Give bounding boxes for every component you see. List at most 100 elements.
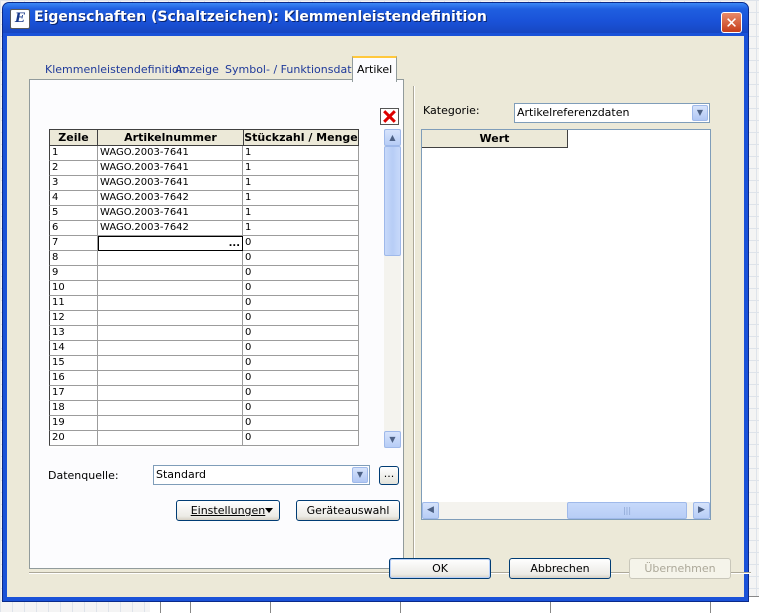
stueckzahl-cell[interactable]: 1 [243, 221, 359, 236]
cell-browse-button[interactable]: ... [229, 237, 240, 250]
stueckzahl-cell[interactable]: 0 [243, 296, 359, 311]
stueckzahl-cell[interactable]: 0 [243, 251, 359, 266]
table-row[interactable]: 12 0 [49, 311, 359, 326]
artikelnummer-cell[interactable] [98, 266, 243, 281]
stueckzahl-cell[interactable]: 1 [243, 206, 359, 221]
column-header-wert[interactable]: Wert [422, 130, 568, 148]
scroll-down-icon[interactable]: ▼ [384, 431, 401, 448]
artikelnummer-cell[interactable] [98, 356, 243, 371]
scroll-thumb[interactable] [384, 146, 401, 256]
table-row[interactable]: 18 0 [49, 401, 359, 416]
artikelnummer-cell[interactable] [98, 251, 243, 266]
row-number-cell: 13 [49, 326, 98, 341]
tab-artikel[interactable]: Artikel [352, 56, 398, 82]
artikelnummer-cell[interactable] [98, 431, 243, 446]
artikelnummer-cell[interactable] [98, 296, 243, 311]
table-row[interactable]: 13 0 [49, 326, 359, 341]
table-row[interactable]: 4 WAGO.2003-7642 1 [49, 191, 359, 206]
stueckzahl-cell[interactable]: 0 [243, 401, 359, 416]
title-bar[interactable]: E Eigenschaften (Schaltzeichen): Klemmen… [3, 3, 748, 33]
article-table: Zeile Artikelnummer Stückzahl / Menge 1W… [49, 129, 359, 448]
column-header-artikelnummer[interactable]: Artikelnummer [97, 129, 244, 146]
artikelnummer-cell[interactable]: WAGO.2003-7642 [98, 191, 243, 206]
tab-klemmenleistendefinition[interactable]: Klemmenleistendefinition [41, 60, 190, 80]
scroll-thumb[interactable]: ||| [567, 502, 687, 519]
stueckzahl-cell[interactable]: 0 [243, 356, 359, 371]
table-row[interactable]: 11 0 [49, 296, 359, 311]
table-row[interactable]: 7... 0 [49, 236, 359, 251]
table-row[interactable]: 80 [49, 251, 359, 266]
chevron-down-icon[interactable]: ▼ [352, 467, 368, 483]
apply-button[interactable]: Übernehmen [629, 558, 731, 579]
stueckzahl-cell[interactable]: 0 [243, 341, 359, 356]
stueckzahl-cell[interactable]: 1 [243, 176, 359, 191]
table-row[interactable]: 3 WAGO.2003-7641 1 [49, 176, 359, 191]
artikelnummer-cell[interactable]: WAGO.2003-7641 [98, 176, 243, 191]
einstellungen-label: Einstellungen [190, 504, 266, 517]
cancel-button[interactable]: Abbrechen [509, 558, 611, 579]
ok-button[interactable]: OK [389, 558, 491, 579]
datenquelle-browse-button[interactable]: ... [379, 466, 399, 485]
property-horizontal-scrollbar[interactable]: ◀ ||| ▶ [422, 502, 710, 519]
table-row[interactable]: 19 0 [49, 416, 359, 431]
scroll-left-icon[interactable]: ◀ [422, 502, 439, 519]
datenquelle-select[interactable]: Standard ▼ [153, 465, 370, 485]
stueckzahl-cell[interactable]: 0 [243, 281, 359, 296]
table-vertical-scrollbar[interactable]: ▲ ▼ [384, 129, 401, 448]
row-number-cell: 20 [49, 431, 98, 446]
artikelnummer-cell[interactable]: WAGO.2003-7642 [98, 221, 243, 236]
geraeteauswahl-button[interactable]: Geräteauswahl [296, 500, 400, 521]
stueckzahl-cell[interactable]: 0 [243, 236, 359, 251]
stueckzahl-cell[interactable]: 1 [243, 161, 359, 176]
row-number-cell: 4 [49, 191, 98, 206]
stueckzahl-cell[interactable]: 0 [243, 326, 359, 341]
artikelnummer-cell[interactable]: WAGO.2003-7641 [98, 206, 243, 221]
table-row[interactable]: 6 WAGO.2003-7642 1 [49, 221, 359, 236]
artikelnummer-cell[interactable] [98, 341, 243, 356]
column-header-stueckzahl[interactable]: Stückzahl / Menge [243, 129, 359, 146]
einstellungen-button[interactable]: Einstellungen [176, 500, 280, 521]
stueckzahl-cell[interactable]: 0 [243, 266, 359, 281]
stueckzahl-cell[interactable]: 0 [243, 431, 359, 446]
artikelnummer-cell[interactable] [98, 371, 243, 386]
artikelnummer-cell[interactable]: ... [98, 236, 243, 251]
column-header-zeile[interactable]: Zeile [49, 129, 98, 146]
table-row[interactable]: 16 0 [49, 371, 359, 386]
scroll-up-icon[interactable]: ▲ [384, 129, 401, 146]
chevron-down-icon[interactable]: ▼ [692, 105, 708, 121]
table-row[interactable]: 17 0 [49, 386, 359, 401]
stueckzahl-cell[interactable]: 0 [243, 386, 359, 401]
stueckzahl-cell[interactable]: 0 [243, 416, 359, 431]
artikelnummer-cell[interactable] [98, 311, 243, 326]
table-row[interactable]: 15 0 [49, 356, 359, 371]
table-row[interactable]: 90 [49, 266, 359, 281]
artikelnummer-cell[interactable]: WAGO.2003-7641 [98, 146, 243, 161]
artikelnummer-cell[interactable] [98, 401, 243, 416]
tab-anzeige[interactable]: Anzeige [171, 60, 223, 80]
row-number-cell: 1 [49, 146, 98, 161]
datenquelle-value: Standard [156, 468, 207, 481]
table-row[interactable]: 5 WAGO.2003-7641 1 [49, 206, 359, 221]
artikelnummer-cell[interactable] [98, 386, 243, 401]
app-icon: E [10, 9, 30, 29]
close-button[interactable]: ✕ [721, 12, 742, 33]
table-row[interactable]: 20 0 [49, 431, 359, 446]
kategorie-select[interactable]: Artikelreferenzdaten ▼ [514, 103, 710, 123]
delete-row-icon[interactable] [380, 108, 399, 125]
table-row[interactable]: 14 0 [49, 341, 359, 356]
artikelnummer-cell[interactable]: WAGO.2003-7641 [98, 161, 243, 176]
stueckzahl-cell[interactable]: 1 [243, 191, 359, 206]
row-number-cell: 9 [49, 266, 98, 281]
table-row[interactable]: 2 WAGO.2003-7641 1 [49, 161, 359, 176]
tab-symbol-funktionsdaten[interactable]: Symbol- / Funktionsdaten [221, 60, 369, 80]
artikelnummer-cell[interactable] [98, 416, 243, 431]
row-number-cell: 19 [49, 416, 98, 431]
stueckzahl-cell[interactable]: 0 [243, 311, 359, 326]
artikelnummer-cell[interactable] [98, 281, 243, 296]
scroll-right-icon[interactable]: ▶ [693, 502, 710, 519]
stueckzahl-cell[interactable]: 1 [243, 146, 359, 161]
table-row[interactable]: 10 0 [49, 281, 359, 296]
artikelnummer-cell[interactable] [98, 326, 243, 341]
stueckzahl-cell[interactable]: 0 [243, 371, 359, 386]
table-row[interactable]: 1 WAGO.2003-7641 1 [49, 146, 359, 161]
